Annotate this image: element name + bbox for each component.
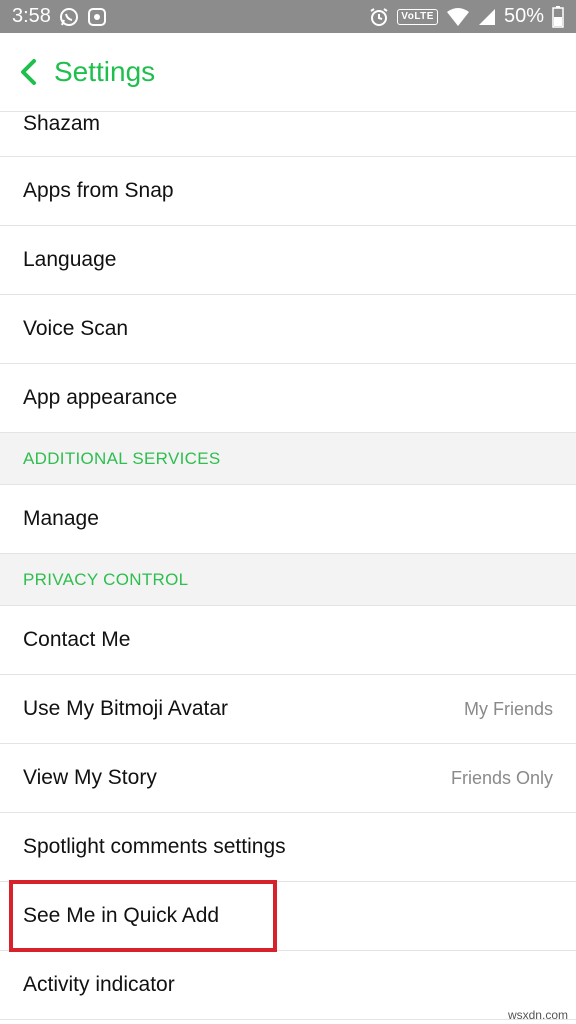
list-item-label: Manage [23,507,99,530]
list-item-label: Language [23,248,117,271]
wifi-icon [446,7,470,27]
list-item-voice-scan[interactable]: Voice Scan [0,295,576,364]
list-item-language[interactable]: Language [0,226,576,295]
list-item-value: My Friends [463,698,553,719]
list-item-use-my-bitmoji-avatar[interactable]: Use My Bitmoji Avatar My Friends [0,675,576,744]
status-bar: 3:58 VoLTE 50% [0,0,576,33]
list-item-label: Voice Scan [23,317,129,340]
list-item-label: Apps from Snap [23,179,174,202]
list-item-manage[interactable]: Manage [0,485,576,554]
list-item-label: Use My Bitmoji Avatar [23,697,229,720]
whatsapp-icon [59,7,79,27]
chevron-left-icon [21,59,36,85]
list-item-apps-from-snap[interactable]: Apps from Snap [0,157,576,226]
section-header-label: ADDITIONAL SERVICES [23,448,221,468]
list-item-spotlight-comments-settings[interactable]: Spotlight comments settings [0,813,576,882]
page-title: Settings [54,56,156,87]
list-item-activity-indicator[interactable]: Activity indicator [0,951,576,1020]
list-item-view-my-story[interactable]: View My Story Friends Only [0,744,576,813]
list-item-label: App appearance [23,386,178,409]
list-item-label: Activity indicator [23,973,175,996]
list-item-app-appearance[interactable]: App appearance [0,364,576,433]
battery-icon [552,5,564,28]
list-item-label: Contact Me [23,628,131,651]
list-item-see-me-in-quick-add[interactable]: See Me in Quick Add [0,882,576,951]
settings-list: Shazam Apps from Snap Language Voice Sca… [0,112,576,1020]
alarm-icon [369,7,389,27]
settings-header: Settings [0,33,576,112]
battery-text: 50% [503,5,544,27]
section-header-privacy-control: PRIVACY CONTROL [0,554,576,606]
list-item-contact-me[interactable]: Contact Me [0,606,576,675]
back-button[interactable] [16,52,40,92]
list-item-shazam[interactable]: Shazam [0,112,576,157]
app-notification-icon [87,7,107,27]
volte-badge: VoLTE [397,8,438,25]
section-header-additional-services: ADDITIONAL SERVICES [0,433,576,485]
signal-icon [478,7,496,27]
list-item-label: View My Story [23,766,157,789]
list-item-label: Shazam [23,112,101,135]
list-item-label: See Me in Quick Add [23,904,220,927]
status-time: 3:58 [12,5,51,27]
list-item-value: Friends Only [450,767,553,788]
section-header-label: PRIVACY CONTROL [23,569,189,589]
watermark: wsxdn.com [507,1008,568,1022]
list-item-label: Spotlight comments settings [23,835,286,858]
